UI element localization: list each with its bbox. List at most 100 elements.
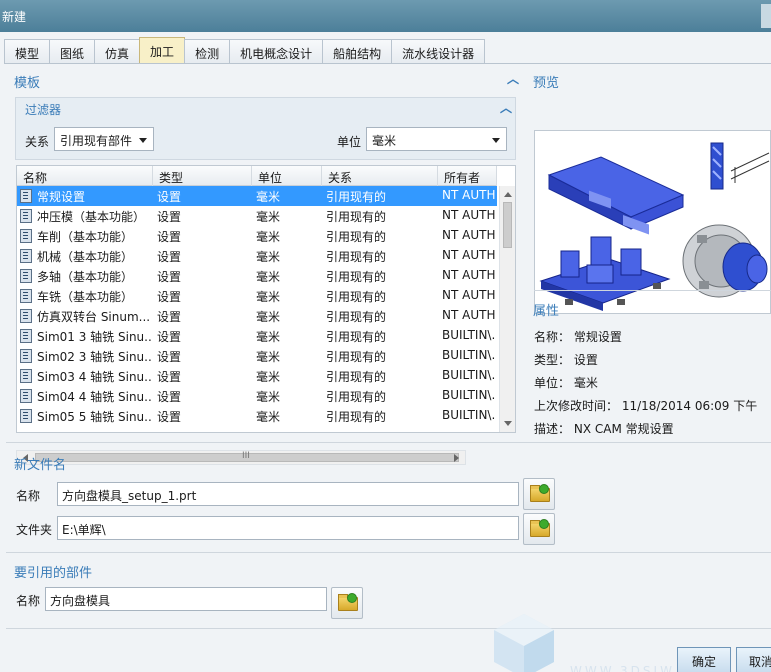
preview-title: 预览 bbox=[533, 76, 560, 91]
template-file-icon bbox=[20, 209, 32, 223]
cell-unit: 毫米 bbox=[252, 226, 322, 246]
scroll-right-icon[interactable] bbox=[454, 454, 459, 462]
cell-type: 设置 bbox=[153, 346, 252, 366]
cell-unit: 毫米 bbox=[252, 286, 322, 306]
table-row[interactable]: 仿真双转台 Sinum... 设置 毫米 引用现有的 NT AUTH bbox=[17, 306, 497, 326]
file-name-input[interactable]: 方向盘模具_setup_1.prt bbox=[57, 482, 519, 506]
template-file-icon bbox=[20, 389, 32, 403]
cell-unit: 毫米 bbox=[252, 306, 322, 326]
tab-line-designer[interactable]: 流水线设计器 bbox=[391, 39, 486, 64]
table-row[interactable]: 冲压模（基本功能） 设置 毫米 引用现有的 NT AUTH bbox=[17, 206, 497, 226]
cell-text: NT AUTH bbox=[442, 228, 496, 242]
table-row[interactable]: 车削（基本功能） 设置 毫米 引用现有的 NT AUTH bbox=[17, 226, 497, 246]
cell-owner: NT AUTH bbox=[438, 286, 497, 306]
cell-text: 引用现有的 bbox=[326, 230, 387, 244]
chevron-down-icon bbox=[492, 138, 500, 143]
cell-unit: 毫米 bbox=[252, 406, 322, 426]
tab-simulation[interactable]: 仿真 bbox=[94, 39, 141, 64]
property-label: 描述： bbox=[534, 422, 571, 436]
scroll-thumb[interactable] bbox=[503, 202, 512, 248]
tab-drawing[interactable]: 图纸 bbox=[49, 39, 96, 64]
cell-name: Sim04 4 轴铣 Sinu... bbox=[17, 386, 153, 406]
cell-owner: NT AUTH bbox=[438, 206, 497, 226]
cell-text: 毫米 bbox=[256, 330, 281, 344]
column-header-relation[interactable]: 关系 bbox=[322, 166, 438, 186]
cell-name: 冲压模（基本功能） bbox=[17, 206, 153, 226]
cell-text: NT AUTH bbox=[442, 268, 496, 282]
table-row[interactable]: 多轴（基本功能） 设置 毫米 引用现有的 NT AUTH bbox=[17, 266, 497, 286]
relation-select[interactable]: 引用现有部件 bbox=[54, 127, 154, 151]
filter-collapse-icon[interactable]: ︿ bbox=[500, 99, 512, 116]
cell-text: BUILTIN\. bbox=[442, 408, 496, 422]
cell-text: 引用现有的 bbox=[326, 410, 387, 424]
templates-collapse-icon[interactable]: ︿ bbox=[507, 70, 519, 87]
column-header-type[interactable]: 类型 bbox=[153, 166, 252, 186]
cell-name: 常规设置 bbox=[17, 186, 153, 206]
column-header-name[interactable]: 名称 bbox=[17, 166, 153, 186]
table-row[interactable]: 车铣（基本功能） 设置 毫米 引用现有的 NT AUTH bbox=[17, 286, 497, 306]
unit-select[interactable]: 毫米 bbox=[366, 127, 507, 151]
cell-text: Sim04 4 轴铣 Sinu... bbox=[37, 390, 153, 404]
scroll-down-icon[interactable] bbox=[504, 421, 512, 426]
tab-model[interactable]: 模型 bbox=[4, 39, 51, 64]
cell-unit: 毫米 bbox=[252, 366, 322, 386]
property-value: 常规设置 bbox=[573, 330, 622, 344]
cell-text: 引用现有的 bbox=[326, 310, 387, 324]
cell-text: 设置 bbox=[157, 350, 182, 364]
table-row[interactable]: Sim05 5 轴铣 Sinu... 设置 毫米 引用现有的 BUILTIN\. bbox=[17, 406, 497, 426]
cell-owner: BUILTIN\. bbox=[438, 366, 497, 386]
cam-parts-illustration bbox=[539, 142, 770, 311]
scroll-up-icon[interactable] bbox=[504, 192, 512, 197]
horizontal-scrollbar[interactable]: III bbox=[16, 450, 466, 465]
browse-name-button[interactable] bbox=[523, 478, 555, 510]
browse-folder-button[interactable] bbox=[523, 513, 555, 545]
column-header-owner[interactable]: 所有者 bbox=[438, 166, 497, 186]
table-row[interactable]: Sim04 4 轴铣 Sinu... 设置 毫米 引用现有的 BUILTIN\. bbox=[17, 386, 497, 406]
cell-type: 设置 bbox=[153, 226, 252, 246]
column-header-unit[interactable]: 单位 bbox=[252, 166, 322, 186]
cell-type: 设置 bbox=[153, 246, 252, 266]
ok-button[interactable]: 确定 bbox=[677, 647, 731, 672]
vertical-scrollbar[interactable] bbox=[499, 186, 515, 432]
cell-relation: 引用现有的 bbox=[322, 286, 438, 306]
cell-relation: 引用现有的 bbox=[322, 346, 438, 366]
close-button[interactable] bbox=[761, 4, 771, 28]
template-file-icon bbox=[20, 249, 32, 263]
cell-text: 设置 bbox=[157, 370, 182, 384]
cancel-button[interactable]: 取消 bbox=[736, 647, 771, 672]
tab-ship-structure[interactable]: 船舶结构 bbox=[322, 39, 393, 64]
cell-text: 多轴（基本功能） bbox=[37, 270, 134, 284]
cell-owner: BUILTIN\. bbox=[438, 326, 497, 346]
tab-manufacturing[interactable]: 加工 bbox=[139, 37, 186, 64]
table-row[interactable]: Sim01 3 轴铣 Sinu... 设置 毫米 引用现有的 BUILTIN\. bbox=[17, 326, 497, 346]
cell-text: NT AUTH bbox=[442, 288, 496, 302]
property-name: 名称： 常规设置 bbox=[534, 328, 622, 345]
table-row[interactable]: Sim02 3 轴铣 Sinu... 设置 毫米 引用现有的 BUILTIN\. bbox=[17, 346, 497, 366]
cell-name: 车铣（基本功能） bbox=[17, 286, 153, 306]
cell-unit: 毫米 bbox=[252, 326, 322, 346]
table-row[interactable]: 机械（基本功能） 设置 毫米 引用现有的 NT AUTH bbox=[17, 246, 497, 266]
tab-mechatronics[interactable]: 机电概念设计 bbox=[229, 39, 324, 64]
ref-name-label: 名称 bbox=[16, 594, 41, 608]
browse-ref-button[interactable] bbox=[331, 587, 363, 619]
table-row[interactable]: Sim03 4 轴铣 Sinu... 设置 毫米 引用现有的 BUILTIN\. bbox=[17, 366, 497, 386]
cell-text: 毫米 bbox=[256, 270, 281, 284]
ref-name-input[interactable]: 方向盘模具 bbox=[45, 587, 327, 611]
table-body: 常规设置 设置 毫米 引用现有的 NT AUTH 冲压模（基本功能） 设置 毫米 引用现有的 NT… bbox=[17, 186, 497, 432]
folder-label: 文件夹 bbox=[16, 523, 53, 537]
cell-text: 毫米 bbox=[256, 370, 281, 384]
cell-owner: NT AUTH bbox=[438, 226, 497, 246]
folder-input[interactable]: E:\单辉\ bbox=[57, 516, 519, 540]
property-unit: 单位： 毫米 bbox=[534, 374, 598, 391]
table-row[interactable]: 常规设置 设置 毫米 引用现有的 NT AUTH bbox=[17, 186, 497, 206]
cell-text: NT AUTH bbox=[442, 308, 496, 322]
tab-inspection[interactable]: 检测 bbox=[184, 39, 231, 64]
arrow-icon bbox=[347, 593, 357, 603]
cell-text: BUILTIN\. bbox=[442, 368, 496, 382]
horizontal-scroll-thumb[interactable]: III bbox=[35, 451, 459, 462]
cell-name: Sim02 3 轴铣 Sinu... bbox=[17, 346, 153, 366]
cell-relation: 引用现有的 bbox=[322, 366, 438, 386]
cell-text: 车铣（基本功能） bbox=[37, 290, 134, 304]
property-label: 单位： bbox=[534, 376, 571, 390]
template-file-icon bbox=[20, 369, 32, 383]
